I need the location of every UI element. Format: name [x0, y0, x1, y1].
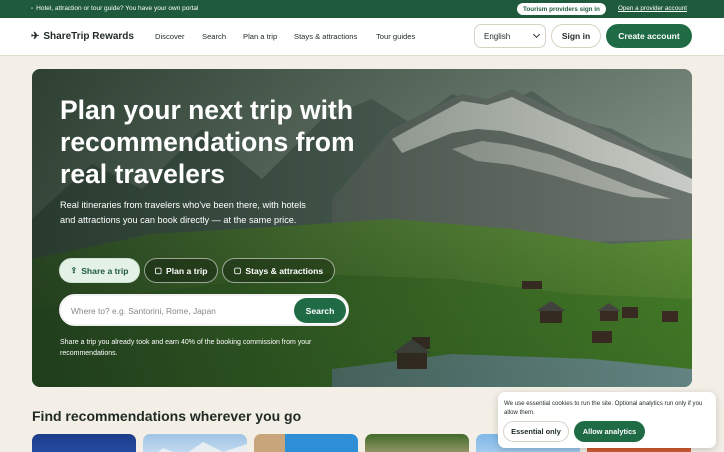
hero-subtitle: Real itineraries from travelers who've b… [60, 200, 306, 225]
store-icon: ▫ [31, 5, 34, 12]
destination-card[interactable] [143, 434, 247, 452]
share-icon: ⇪ [70, 266, 78, 275]
hero-section: Plan your next trip with recommendations… [32, 69, 692, 387]
destination-card[interactable] [365, 434, 469, 452]
promo-bar: ▫ Hotel, attraction or tour guide? You h… [0, 0, 724, 18]
logo[interactable]: ✈ ShareTrip Rewards [31, 31, 134, 42]
chevron-down-icon [532, 30, 541, 39]
promo-text: Hotel, attraction or tour guide? You hav… [36, 5, 199, 12]
nav-link-tour-guides[interactable]: Tour guides [376, 32, 415, 41]
tab-stays-attractions[interactable]: ▢ Stays & attractions [222, 258, 335, 283]
destination-card-image [158, 442, 247, 452]
section-title: Find recommendations wherever you go [32, 408, 302, 424]
nav-link-plan-a-trip[interactable]: Plan a trip [243, 32, 277, 41]
cookie-banner: We use essential cookies to run the site… [498, 392, 716, 448]
destination-search-input[interactable] [71, 303, 281, 319]
navbar: ✈ ShareTrip Rewards Discover Search Plan… [0, 18, 724, 56]
create-account-button[interactable]: Create account [606, 24, 692, 48]
sign-in-button[interactable]: Sign in [551, 24, 601, 48]
search-bar: Search [59, 294, 349, 326]
cookie-text: We use essential cookies to run the site… [504, 400, 703, 416]
language-value: English [484, 31, 511, 41]
destination-card[interactable] [32, 434, 136, 452]
essential-only-button[interactable]: Essential only [503, 421, 569, 442]
allow-analytics-button[interactable]: Allow analytics [574, 421, 645, 442]
destination-card[interactable] [254, 434, 358, 452]
tab-label: Share a trip [81, 265, 129, 276]
tab-plan-a-trip[interactable]: ▢ Plan a trip [144, 258, 218, 283]
open-provider-account-link[interactable]: Open a provider account [618, 5, 687, 12]
plane-icon: ✈ [31, 31, 40, 42]
tab-share-a-trip[interactable]: ⇪ Share a trip [59, 258, 140, 283]
bed-icon: ▢ [233, 266, 242, 275]
nav-link-search[interactable]: Search [202, 32, 226, 41]
hero-note: Share a trip you already took and earn 4… [60, 339, 312, 357]
language-select[interactable]: English [474, 24, 546, 48]
nav-link-discover[interactable]: Discover [155, 32, 185, 41]
hero-title: Plan your next trip with recommendations… [60, 95, 355, 189]
promo-message: ▫ Hotel, attraction or tour guide? You h… [31, 5, 198, 12]
providers-sign-in-button[interactable]: Tourism providers sign in [517, 3, 606, 15]
logo-text: ShareTrip Rewards [43, 31, 134, 42]
nav-link-stays-attractions[interactable]: Stays & attractions [294, 32, 357, 41]
search-button[interactable]: Search [294, 298, 346, 323]
map-icon: ▢ [154, 266, 162, 275]
tab-label: Stays & attractions [245, 265, 324, 276]
tab-label: Plan a trip [166, 265, 208, 276]
